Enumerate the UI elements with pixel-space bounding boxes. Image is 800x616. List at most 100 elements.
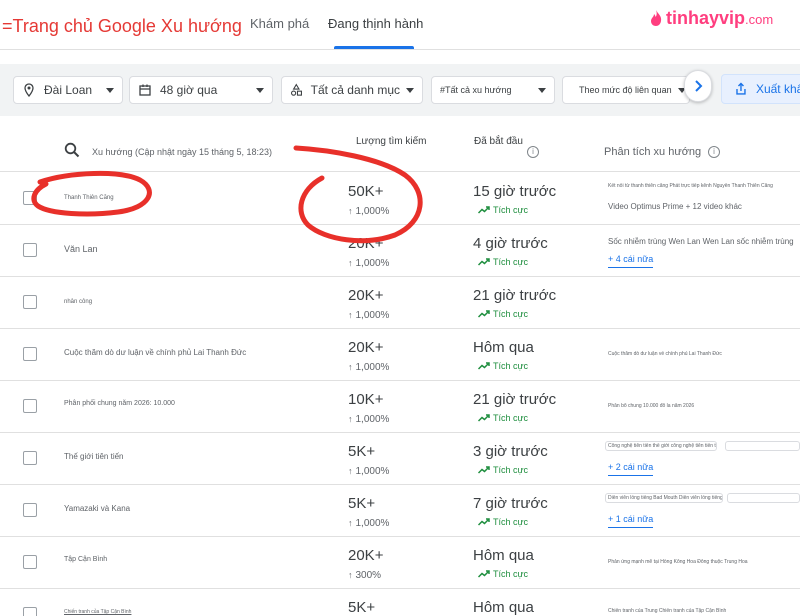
arrow-up-icon: ↑: [348, 258, 353, 268]
row-checkbox[interactable]: [23, 607, 37, 616]
chevron-down-icon: [106, 87, 114, 93]
page-title[interactable]: =Trang chủ Google Xu hướng: [2, 16, 242, 37]
search-icon[interactable]: [64, 142, 80, 158]
trending-up-icon: [478, 466, 490, 474]
status-label: Tích cực: [493, 413, 529, 423]
arrow-up-icon: ↑: [348, 414, 353, 424]
row-checkbox[interactable]: [23, 399, 37, 413]
location-select[interactable]: Đài Loan: [13, 76, 123, 104]
status-badge: Tích cực: [478, 569, 528, 579]
search-volume: 20K+: [348, 547, 384, 564]
breakdown-tiny: Phản ứng mạnh mẽ tại Hồng Kông Hoa Đông …: [608, 559, 748, 565]
active-tab-indicator: [334, 46, 414, 49]
row-checkbox[interactable]: [23, 555, 37, 569]
search-volume: 10K+: [348, 391, 384, 408]
started-time: 7 giờ trước: [473, 495, 548, 512]
chevron-right-icon: [695, 80, 703, 92]
search-volume: 5K+: [348, 495, 376, 512]
status-badge: Tích cực: [478, 205, 528, 215]
tab-explore[interactable]: Khám phá: [250, 16, 309, 31]
row-checkbox[interactable]: [23, 295, 37, 309]
breakdown-chip[interactable]: [727, 493, 800, 503]
trend-name[interactable]: Yamazaki và Kana: [64, 504, 130, 513]
started-time: 4 giờ trước: [473, 235, 548, 252]
watermark-text: tinhayvip.com: [666, 8, 773, 29]
arrow-up-icon: ↑: [348, 310, 353, 320]
volume-change: ↑ 1,000%: [348, 310, 389, 321]
sort-select[interactable]: Theo mức độ liên quan: [562, 76, 690, 104]
arrow-up-icon: ↑: [348, 466, 353, 476]
column-header-trend[interactable]: Xu hướng (Cập nhật ngày 15 tháng 5, 18:2…: [92, 147, 272, 157]
trend-name[interactable]: nhân công: [64, 299, 92, 305]
volume-change-value: 1,000%: [355, 518, 390, 529]
trend-name[interactable]: Văn Lan: [64, 244, 98, 254]
trend-type-select[interactable]: #Tất cả xu hướng: [431, 76, 555, 104]
info-icon[interactable]: i: [708, 146, 720, 158]
export-icon: [736, 82, 746, 95]
row-checkbox[interactable]: [23, 243, 37, 257]
scroll-right-button[interactable]: [684, 70, 712, 102]
sort-label: Theo mức độ liên quan: [579, 85, 672, 95]
status-label: Tích cực: [493, 257, 529, 267]
row-checkbox[interactable]: [23, 503, 37, 517]
trend-name[interactable]: Tập Cận Bình: [64, 556, 107, 563]
trend-name[interactable]: Cuộc thăm dò dư luận về chính phủ Lai Th…: [64, 348, 246, 357]
time-range-select[interactable]: 48 giờ qua: [129, 76, 273, 104]
status-badge: Tích cực: [478, 517, 528, 527]
row-checkbox[interactable]: [23, 191, 37, 205]
table-row[interactable]: nhân công 20K+ ↑ 1,000% 21 giờ trước Tích…: [0, 277, 800, 329]
status-badge: Tích cực: [478, 413, 528, 423]
trend-name[interactable]: Phân phối chung năm 2026: 10.000: [64, 400, 175, 407]
tab-trending-now[interactable]: Đang thịnh hành: [328, 16, 423, 31]
table-row[interactable]: Thanh Thiên Căng 50K+ ↑ 1,000% 15 giờ trư…: [0, 173, 800, 225]
volume-change: ↑ 1,000%: [348, 206, 389, 217]
filter-bar: Đài Loan 48 giờ qua Tất cả danh mục #Tất…: [0, 64, 800, 116]
arrow-up-icon: ↑: [348, 518, 353, 528]
more-link[interactable]: + 2 cái nữa: [608, 462, 654, 476]
column-header-volume[interactable]: Lượng tìm kiếm: [356, 136, 427, 147]
search-volume: 50K+: [348, 183, 384, 200]
status-badge: Tích cực: [478, 309, 528, 319]
trend-name[interactable]: Thanh Thiên Căng: [64, 195, 114, 201]
table-row[interactable]: Cuộc thăm dò dư luận về chính phủ Lai Th…: [0, 329, 800, 381]
breakdown-tiny: Phân bổ chung 10.000 đô la năm 2026: [608, 403, 695, 409]
more-link[interactable]: + 1 cái nữa: [608, 514, 654, 528]
status-label: Tích cực: [493, 205, 529, 215]
column-header-started[interactable]: Đã bắt đầu: [474, 136, 523, 147]
started-time: Hôm qua: [473, 339, 534, 356]
table-row[interactable]: Phân phối chung năm 2026: 10.000 10K+ ↑ 1…: [0, 381, 800, 433]
search-volume: 5K+: [348, 443, 376, 460]
arrow-up-icon: ↑: [348, 362, 353, 372]
status-label: Tích cực: [493, 465, 529, 475]
row-checkbox[interactable]: [23, 451, 37, 465]
location-label: Đài Loan: [44, 83, 93, 97]
row-checkbox[interactable]: [23, 347, 37, 361]
chevron-down-icon: [538, 87, 546, 93]
table-row[interactable]: Thế giới tiên tiến 5K+ ↑ 1,000% 3 giờ trư…: [0, 433, 800, 485]
category-select[interactable]: Tất cả danh mục: [281, 76, 423, 104]
trend-name[interactable]: Chiến tranh của Tập Cận Bình: [64, 609, 131, 615]
status-badge: Tích cực: [478, 361, 528, 371]
volume-change: ↑ 300%: [348, 570, 381, 581]
more-link[interactable]: + 4 cái nữa: [608, 254, 654, 268]
volume-change-value: 1,000%: [355, 310, 390, 321]
volume-change: ↑ 1,000%: [348, 414, 389, 425]
breakdown-chip[interactable]: [725, 441, 800, 451]
arrow-up-icon: ↑: [348, 570, 353, 580]
table-row[interactable]: Chiến tranh của Tập Cận Bình 5K+ Hôm qua…: [0, 589, 800, 616]
status-label: Tích cực: [493, 309, 529, 319]
category-icon: [290, 83, 302, 96]
table-row[interactable]: Văn Lan 20K+ ↑ 1,000% 4 giờ trước Tích cự…: [0, 225, 800, 277]
volume-change: ↑ 1,000%: [348, 518, 389, 529]
search-volume: 20K+: [348, 235, 384, 252]
breakdown-text: Video Optimus Prime + 12 video khác: [608, 202, 742, 211]
trending-up-icon: [478, 414, 490, 422]
trend-name[interactable]: Thế giới tiên tiến: [64, 452, 124, 461]
export-button[interactable]: Xuất khẩu: [721, 74, 800, 104]
info-icon[interactable]: i: [527, 146, 539, 158]
table-row[interactable]: Tập Cận Bình 20K+ ↑ 300% Hôm qua Tích cực…: [0, 537, 800, 589]
started-time: 21 giờ trước: [473, 391, 557, 408]
breakdown-tiny: Công nghệ tiên tiến thế giới công nghệ t…: [608, 443, 716, 449]
table-row[interactable]: Yamazaki và Kana 5K+ ↑ 1,000% 7 giờ trước…: [0, 485, 800, 537]
volume-change-value: 1,000%: [355, 466, 390, 477]
